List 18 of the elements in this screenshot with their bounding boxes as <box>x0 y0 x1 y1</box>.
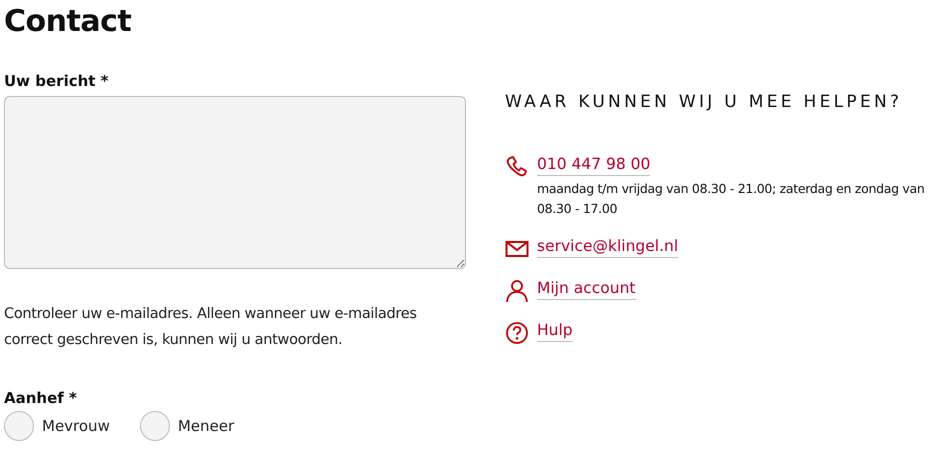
radio-label[interactable]: Meneer <box>178 417 234 435</box>
hint-text: Controleer uw e-mailadres. Alleen wanneer uw e-mailadres correct geschreven is, kunnen wij u antwoorden. <box>4 305 418 350</box>
contact-link[interactable]: 010 447 98 00 <box>537 154 650 176</box>
contact-link[interactable]: Hulp <box>537 320 573 342</box>
opening-hours: maandag t/m vrijdag van 08.30 - 21.00; zaterdag en zondag van 08.30 - 17.00 <box>537 180 926 218</box>
contact-link[interactable]: Mijn account <box>537 278 636 300</box>
contact-link[interactable]: service@klingel.nl <box>537 236 678 258</box>
radio-button[interactable] <box>140 411 170 441</box>
page-title: Contact <box>4 3 132 41</box>
radio-button[interactable] <box>4 411 34 441</box>
radio-label[interactable]: Mevrouw <box>42 417 110 435</box>
section-heading: WAAR KUNNEN WIJ U MEE HELPEN? <box>505 91 904 114</box>
phone-icon <box>505 155 529 179</box>
field-label: Uw bericht * <box>4 72 110 90</box>
person-icon <box>505 279 529 303</box>
field-label: Aanhef * <box>4 389 78 407</box>
help-icon <box>505 321 529 345</box>
message-field[interactable] <box>4 96 466 269</box>
